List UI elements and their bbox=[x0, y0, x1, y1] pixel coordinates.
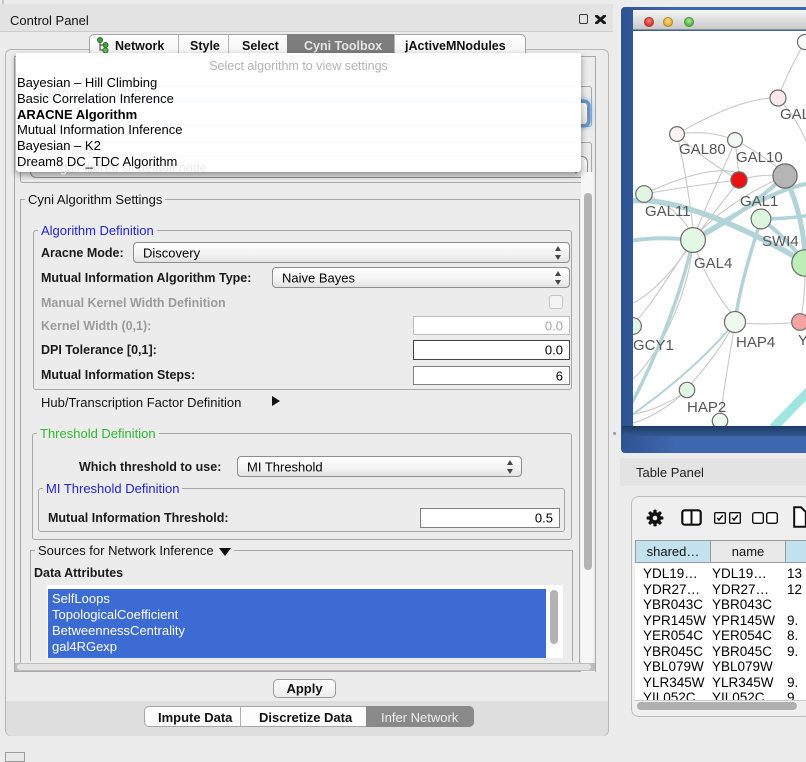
svg-text:HAP4: HAP4 bbox=[736, 334, 775, 351]
svg-text:GCY1: GCY1 bbox=[633, 337, 674, 354]
svg-text:GAL10: GAL10 bbox=[736, 149, 783, 166]
svg-text:Y: Y bbox=[798, 332, 806, 349]
svg-text:GAL11: GAL11 bbox=[645, 203, 691, 220]
svg-text:GAL1: GAL1 bbox=[740, 193, 778, 210]
svg-text:HAP2: HAP2 bbox=[687, 399, 726, 416]
svg-text:GAL4: GAL4 bbox=[694, 255, 732, 272]
svg-text:GAL: GAL bbox=[780, 106, 806, 123]
svg-text:SWI4: SWI4 bbox=[762, 233, 799, 250]
svg-text:GAL80: GAL80 bbox=[679, 141, 726, 158]
